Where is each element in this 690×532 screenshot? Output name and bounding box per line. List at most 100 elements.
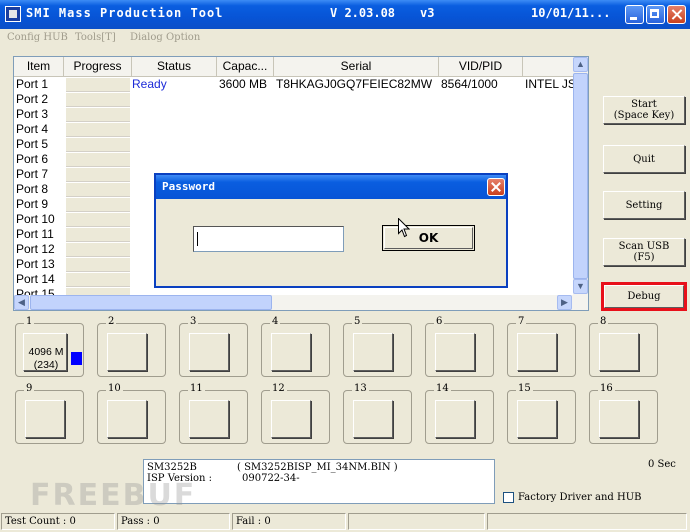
slot-number: 1 — [24, 316, 35, 327]
list-item[interactable]: Port 3 — [14, 107, 574, 122]
port-label: Port 6 — [16, 152, 49, 166]
dialog-close-icon[interactable] — [487, 178, 505, 196]
slot-group: 4 — [261, 316, 330, 377]
pass-status: Pass : 0 — [117, 513, 230, 530]
menu-dialog-option[interactable]: Dialog Option — [130, 32, 200, 43]
slot-group: 1 4096 M (234) — [15, 316, 84, 377]
scroll-left-icon[interactable]: ◀ — [14, 295, 29, 310]
fail-status: Fail : 0 — [232, 513, 346, 530]
slot-button[interactable] — [517, 400, 557, 438]
slot-button[interactable]: 4096 M (234) — [23, 333, 67, 371]
minimize-icon[interactable] — [625, 5, 644, 24]
slot-group: 14 — [425, 383, 494, 444]
watermark-logo: FREEBUF — [30, 478, 197, 513]
mouse-pointer-icon — [398, 218, 410, 238]
app-icon — [5, 6, 21, 22]
progress-cell — [66, 243, 130, 257]
progress-cell — [66, 258, 130, 272]
column-capacity[interactable]: Capac... — [217, 57, 274, 76]
slot-number: 3 — [188, 316, 199, 327]
scroll-up-icon[interactable]: ▲ — [573, 57, 588, 72]
progress-cell — [66, 93, 130, 107]
slot-button[interactable] — [517, 333, 557, 371]
scan-usb-shortcut: (F5) — [633, 252, 655, 263]
dialog-title: Password — [162, 180, 215, 193]
column-item[interactable]: Item — [14, 57, 64, 76]
scroll-down-icon[interactable]: ▼ — [573, 279, 588, 294]
column-vid-pid[interactable]: VID/PID — [439, 57, 523, 76]
status-pane-5 — [487, 513, 687, 530]
slot-button[interactable] — [599, 400, 639, 438]
capacity-cell: 3600 MB — [219, 77, 268, 91]
slot-button[interactable] — [271, 333, 311, 371]
list-item[interactable]: Port 1 Ready 3600 MB T8HKAGJ0GQ7FEIEC82MW 85… — [14, 77, 575, 92]
progress-cell — [66, 123, 130, 137]
factory-driver-checkbox[interactable] — [503, 492, 514, 503]
progress-cell — [66, 153, 130, 167]
port-label: Port 14 — [16, 272, 55, 286]
list-item[interactable]: Port 2 — [14, 92, 574, 107]
horizontal-scrollbar[interactable]: ◀ ▶ — [14, 295, 588, 310]
slot-status-indicator — [71, 352, 82, 365]
slot-button[interactable] — [353, 400, 393, 438]
column-progress[interactable]: Progress — [64, 57, 132, 76]
progress-cell — [66, 273, 130, 287]
progress-cell — [66, 213, 130, 227]
list-item[interactable]: Port 6 — [14, 152, 574, 167]
slot-group: 3 — [179, 316, 248, 377]
column-status[interactable]: Status — [132, 57, 217, 76]
slot-button[interactable] — [271, 400, 311, 438]
scroll-right-icon[interactable]: ▶ — [557, 295, 572, 310]
slot-group: 10 — [97, 383, 166, 444]
slot-group: 6 — [425, 316, 494, 377]
slot-button[interactable] — [189, 400, 229, 438]
slot-number: 2 — [106, 316, 117, 327]
quit-button[interactable]: Quit — [603, 145, 685, 173]
maximize-icon[interactable] — [646, 5, 665, 24]
column-serial[interactable]: Serial — [274, 57, 439, 76]
slot-button[interactable] — [107, 400, 147, 438]
serial-cell: T8HKAGJ0GQ7FEIEC82MW — [276, 77, 433, 91]
slot-button[interactable] — [25, 400, 65, 438]
vid-pid-cell: 8564/1000 — [441, 77, 498, 91]
port-label: Port 4 — [16, 122, 49, 136]
slot-number: 16 — [598, 383, 615, 394]
progress-cell — [66, 168, 130, 182]
vertical-scrollbar[interactable]: ▲ ▼ — [573, 57, 588, 295]
port-label: Port 7 — [16, 167, 49, 181]
menu-tools[interactable]: Tools[T] — [75, 32, 116, 43]
setting-button[interactable]: Setting — [603, 191, 685, 219]
menu-config-hub[interactable]: Config HUB — [7, 32, 68, 43]
port-label: Port 10 — [16, 212, 55, 226]
slot-button[interactable] — [189, 333, 229, 371]
slot-button[interactable] — [435, 400, 475, 438]
slot-number: 15 — [516, 383, 533, 394]
progress-cell — [66, 183, 130, 197]
title-bar[interactable]: SMI Mass Production Tool V 2.03.08 v3 10… — [0, 0, 690, 29]
scan-usb-button[interactable]: Scan USB (F5) — [603, 238, 685, 266]
close-icon[interactable] — [667, 5, 686, 24]
slot-number: 12 — [270, 383, 287, 394]
slot-capacity-count: (234) — [33, 359, 59, 371]
slot-button[interactable] — [435, 333, 475, 371]
dialog-title-bar[interactable]: Password — [156, 175, 506, 199]
vertical-scroll-thumb[interactable] — [573, 73, 588, 279]
horizontal-scroll-thumb[interactable] — [30, 295, 272, 310]
list-item[interactable]: Port 4 — [14, 122, 574, 137]
start-shortcut: (Space Key) — [613, 110, 675, 121]
port-label: Port 8 — [16, 182, 49, 196]
slot-number: 5 — [352, 316, 363, 327]
build-label: v3 — [420, 6, 435, 20]
ok-button[interactable]: OK — [382, 225, 475, 251]
status-pane-4 — [348, 513, 485, 530]
port-label: Port 13 — [16, 257, 55, 271]
slot-button[interactable] — [599, 333, 639, 371]
list-item[interactable]: Port 5 — [14, 137, 574, 152]
slot-button[interactable] — [107, 333, 147, 371]
password-input[interactable] — [193, 226, 344, 252]
column-vendor[interactable] — [523, 57, 574, 76]
slot-group: 8 — [589, 316, 658, 377]
start-button[interactable]: Start (Space Key) — [603, 96, 685, 124]
slot-button[interactable] — [353, 333, 393, 371]
port-label: Port 1 — [16, 77, 49, 91]
